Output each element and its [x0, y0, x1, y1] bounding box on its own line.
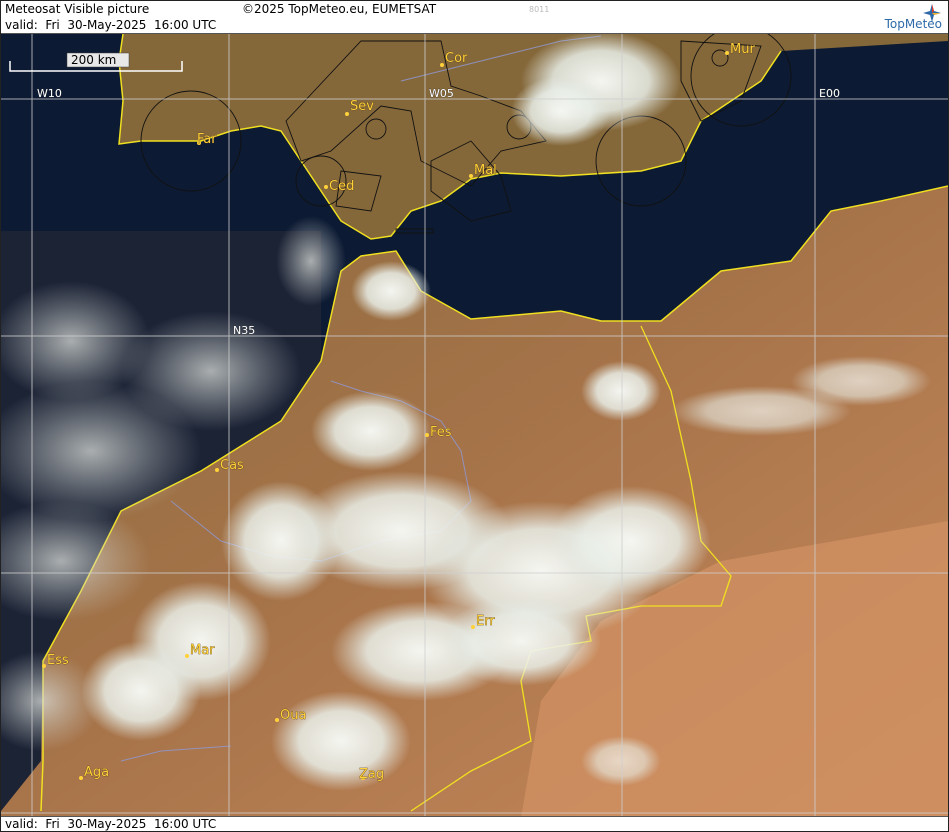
city-label: Mur: [730, 42, 755, 57]
city-label: Err: [476, 614, 495, 629]
grid-label-n35: N35: [233, 324, 255, 337]
frame-id: 8011: [529, 5, 550, 14]
logo-text: TopMeteo: [884, 17, 942, 31]
city-label: Aga: [84, 765, 109, 780]
grid-label-w05: W05: [429, 87, 454, 100]
city-label: Sev: [350, 99, 374, 114]
city-label: Mar: [190, 643, 215, 658]
city-label: Cas: [220, 458, 244, 473]
scale-label: 200 km: [71, 53, 116, 67]
city-label: Ess: [47, 653, 69, 668]
city-label: Ced: [329, 179, 354, 194]
city-label: Fes: [430, 425, 452, 440]
city-label: Cor: [445, 51, 468, 66]
footer-valid-time: valid: Fri 30-May-2025 16:00 UTC: [5, 817, 217, 831]
city-label: Far: [197, 132, 217, 147]
grid-label-w10: W10: [37, 87, 62, 100]
copyright-text: ©2025 TopMeteo.eu, EUMETSAT: [242, 2, 437, 16]
city-label: Oua: [280, 708, 306, 723]
footer-bar: valid: Fri 30-May-2025 16:00 UTC: [1, 816, 948, 831]
header-bar: Meteosat Visible picture ©2025 TopMeteo.…: [1, 1, 948, 34]
city-label: Zag: [359, 767, 384, 782]
valid-time: valid: Fri 30-May-2025 16:00 UTC: [5, 18, 217, 32]
city-label: Mal: [474, 163, 497, 178]
map-frame: Meteosat Visible picture ©2025 TopMeteo.…: [0, 0, 949, 832]
grid-label-e00: E00: [819, 87, 840, 100]
satellite-map: W10 W05 E00 N35 200 km Cor Mur Sev Far M…: [1, 34, 948, 818]
map-title: Meteosat Visible picture: [5, 2, 150, 16]
